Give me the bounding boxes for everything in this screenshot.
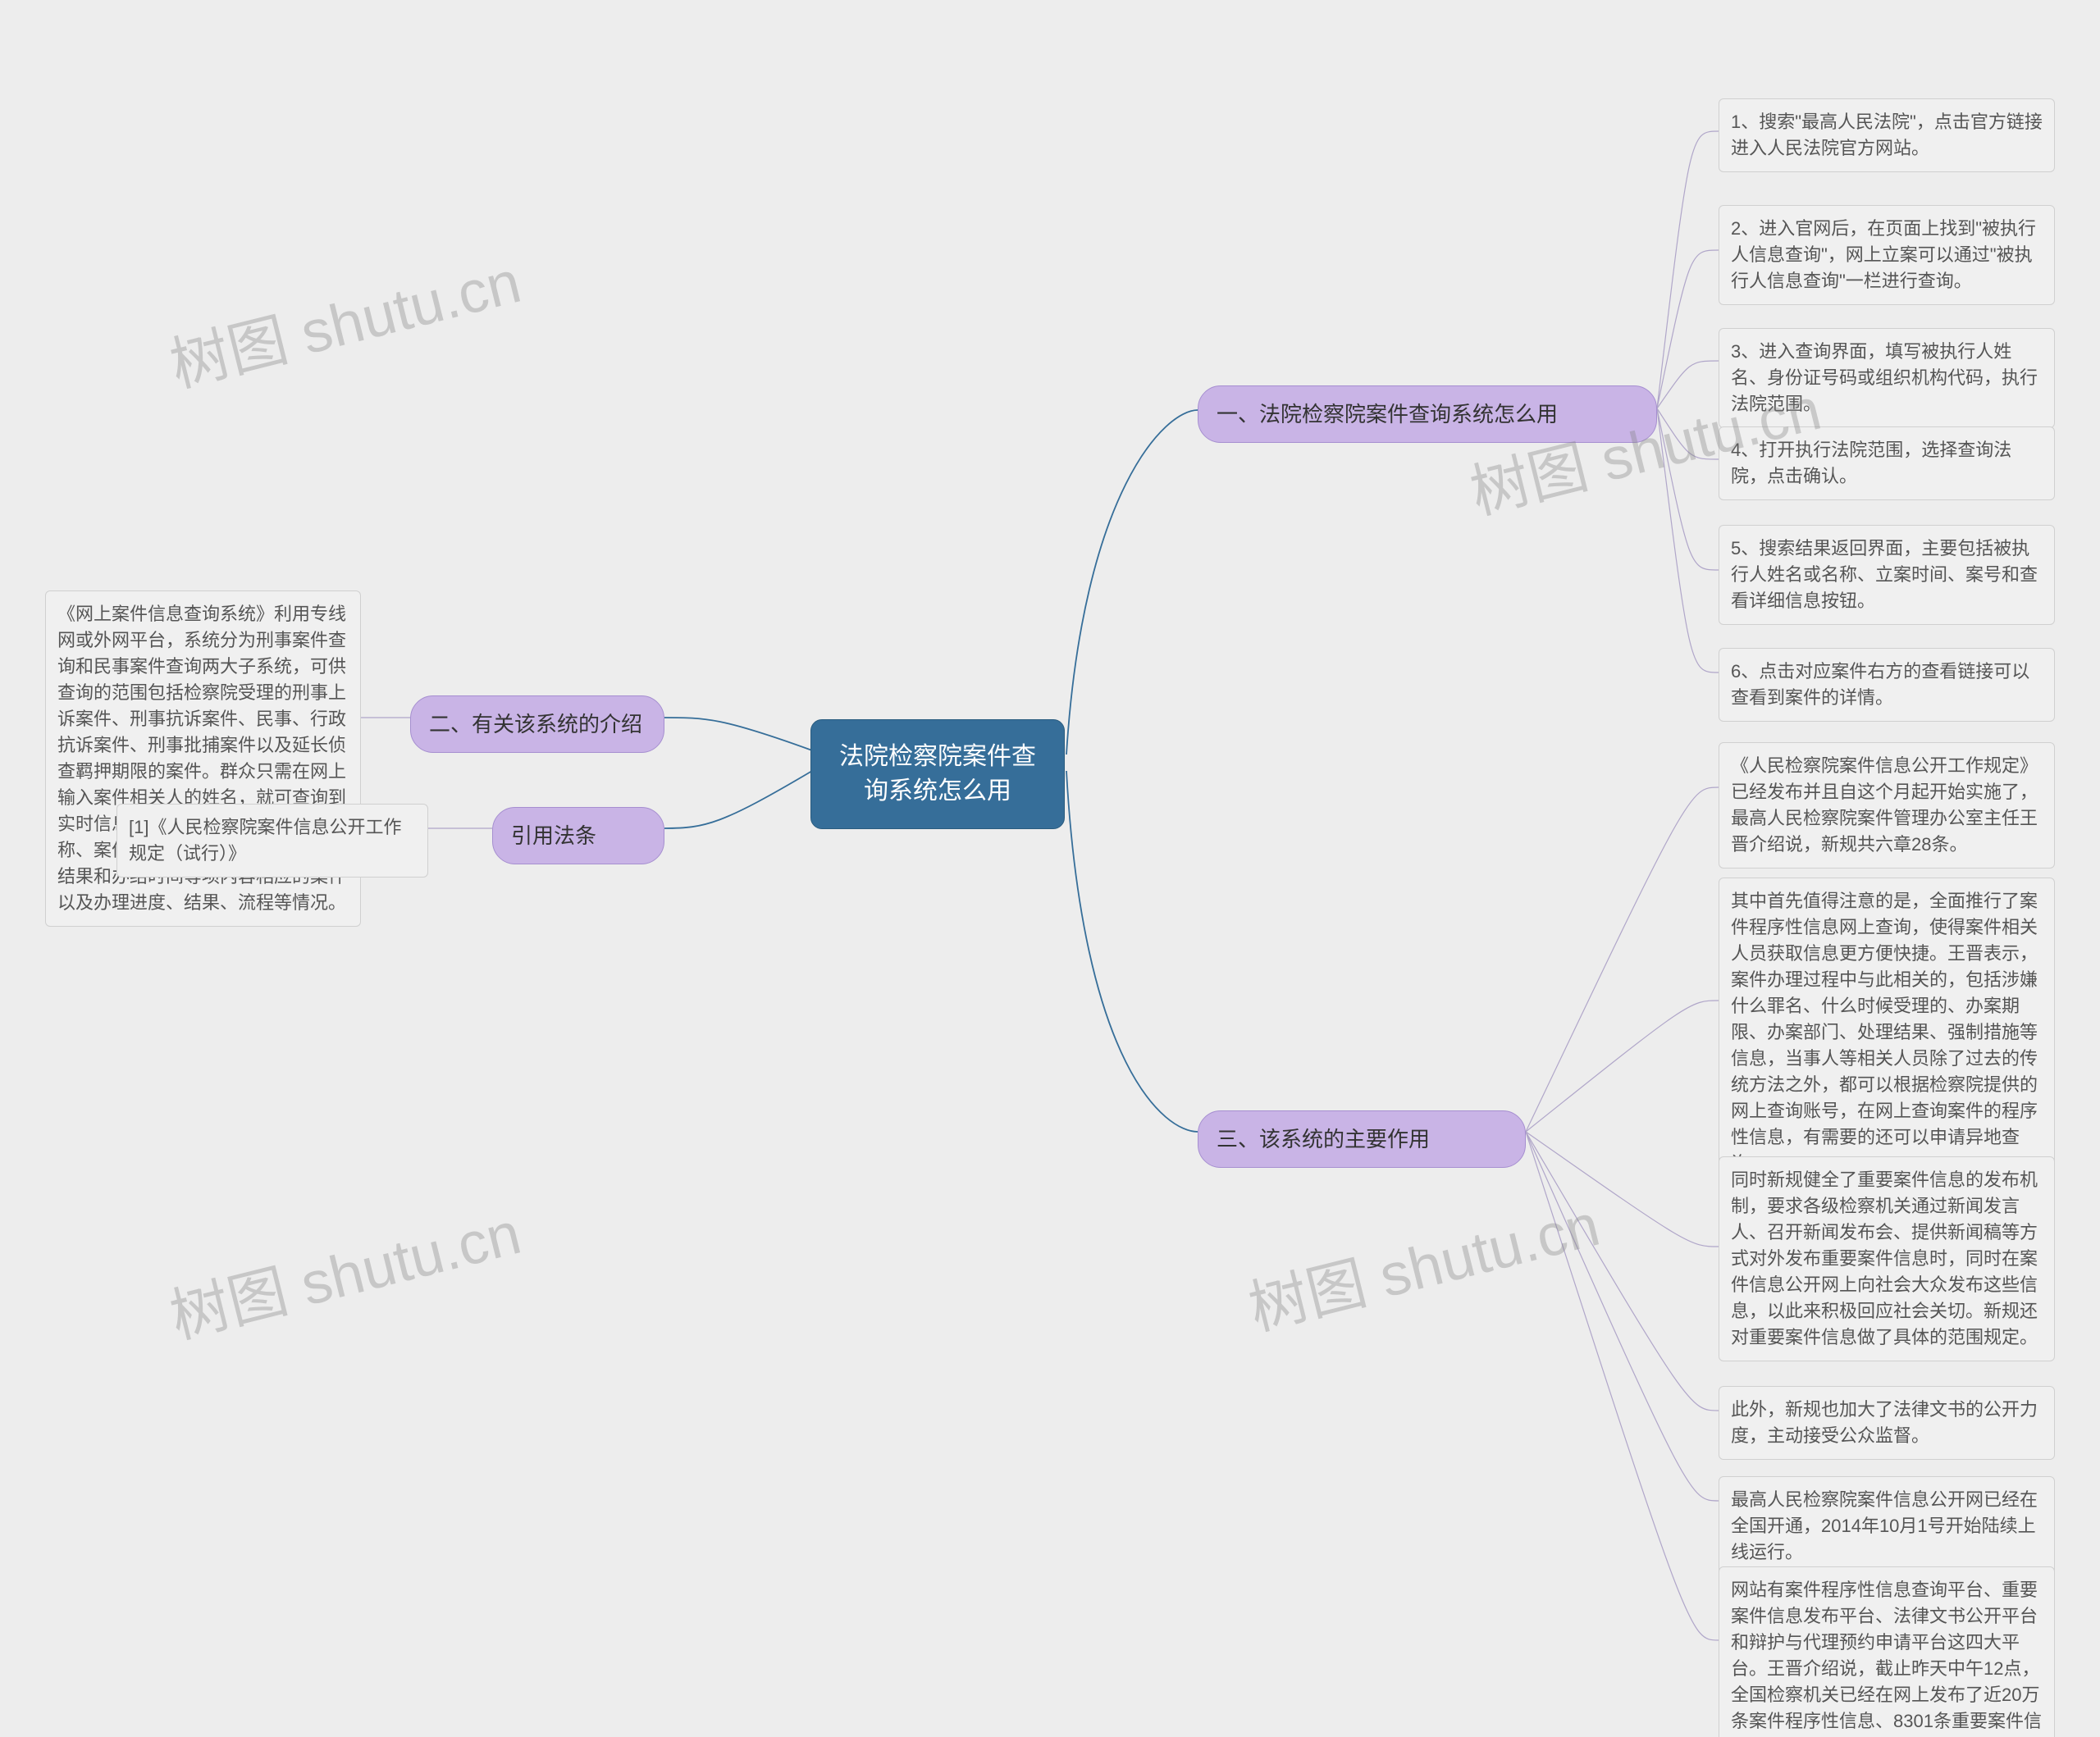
branch-3[interactable]: 引用法条 <box>492 807 664 864</box>
watermark: 树图 shutu.cn <box>160 233 528 403</box>
branch-4-leaf-3-text: 同时新规健全了重要案件信息的发布机制，要求各级检察机关通过新闻发言人、召开新闻发… <box>1731 1169 2038 1347</box>
branch-1-leaf-6-text: 6、点击对应案件右方的查看链接可以查看到案件的详情。 <box>1731 661 2029 708</box>
branch-2[interactable]: 二、有关该系统的介绍 <box>410 695 664 753</box>
branch-1-leaf-2[interactable]: 2、进入官网后，在页面上找到"被执行人信息查询"，网上立案可以通过"被执行人信息… <box>1719 205 2055 305</box>
branch-4-leaf-6-text: 网站有案件程序性信息查询平台、重要案件信息发布平台、法律文书公开平台和辩护与代理… <box>1731 1580 2042 1737</box>
branch-3-leaf-1[interactable]: [1]《人民检察院案件信息公开工作规定（试行）》 <box>116 804 428 878</box>
branch-1[interactable]: 一、法院检察院案件查询系统怎么用 <box>1198 385 1657 443</box>
branch-4-leaf-2-text: 其中首先值得注意的是，全面推行了案件程序性信息网上查询，使得案件相关人员获取信息… <box>1731 891 2038 1174</box>
branch-1-leaf-3[interactable]: 3、进入查询界面，填写被执行人姓名、身份证号码或组织机构代码，执行法院范围。 <box>1719 328 2055 428</box>
branch-1-label: 一、法院检察院案件查询系统怎么用 <box>1217 402 1558 426</box>
branch-4-leaf-4[interactable]: 此外，新规也加大了法律文书的公开力度，主动接受公众监督。 <box>1719 1386 2055 1460</box>
center-node[interactable]: 法院检察院案件查询系统怎么用 <box>810 719 1065 829</box>
branch-1-leaf-1[interactable]: 1、搜索"最高人民法院"，点击官方链接进入人民法院官方网站。 <box>1719 98 2055 172</box>
branch-4-leaf-1-text: 《人民检察院案件信息公开工作规定》已经发布并且自这个月起开始实施了，最高人民检察… <box>1731 755 2038 855</box>
branch-4-leaf-3[interactable]: 同时新规健全了重要案件信息的发布机制，要求各级检察机关通过新闻发言人、召开新闻发… <box>1719 1156 2055 1361</box>
branch-4-label: 三、该系统的主要作用 <box>1217 1127 1430 1151</box>
branch-1-leaf-4-text: 4、打开执行法院范围，选择查询法院，点击确认。 <box>1731 440 2011 486</box>
branch-1-leaf-6[interactable]: 6、点击对应案件右方的查看链接可以查看到案件的详情。 <box>1719 648 2055 722</box>
branch-1-leaf-5[interactable]: 5、搜索结果返回界面，主要包括被执行人姓名或名称、立案时间、案号和查看详细信息按… <box>1719 525 2055 625</box>
branch-4-leaf-2[interactable]: 其中首先值得注意的是，全面推行了案件程序性信息网上查询，使得案件相关人员获取信息… <box>1719 878 2055 1188</box>
branch-4-leaf-5[interactable]: 最高人民检察院案件信息公开网已经在全国开通，2014年10月1号开始陆续上线运行… <box>1719 1476 2055 1576</box>
branch-1-leaf-4[interactable]: 4、打开执行法院范围，选择查询法院，点击确认。 <box>1719 426 2055 500</box>
branch-1-leaf-5-text: 5、搜索结果返回界面，主要包括被执行人姓名或名称、立案时间、案号和查看详细信息按… <box>1731 538 2038 611</box>
mindmap-canvas: 法院检察院案件查询系统怎么用 一、法院检察院案件查询系统怎么用 1、搜索"最高人… <box>0 0 2100 1737</box>
branch-4-leaf-4-text: 此外，新规也加大了法律文书的公开力度，主动接受公众监督。 <box>1731 1399 2038 1446</box>
center-node-text: 法院检察院案件查询系统怎么用 <box>839 743 1036 805</box>
branch-1-leaf-1-text: 1、搜索"最高人民法院"，点击官方链接进入人民法院官方网站。 <box>1731 112 2043 158</box>
branch-2-label: 二、有关该系统的介绍 <box>429 712 642 736</box>
watermark: 树图 shutu.cn <box>1239 1176 1607 1346</box>
watermark: 树图 shutu.cn <box>160 1184 528 1354</box>
branch-4-leaf-6[interactable]: 网站有案件程序性信息查询平台、重要案件信息发布平台、法律文书公开平台和辩护与代理… <box>1719 1566 2055 1737</box>
branch-1-leaf-2-text: 2、进入官网后，在页面上找到"被执行人信息查询"，网上立案可以通过"被执行人信息… <box>1731 218 2036 291</box>
branch-1-leaf-3-text: 3、进入查询界面，填写被执行人姓名、身份证号码或组织机构代码，执行法院范围。 <box>1731 341 2038 414</box>
branch-4[interactable]: 三、该系统的主要作用 <box>1198 1110 1526 1168</box>
branch-3-leaf-1-text: [1]《人民检察院案件信息公开工作规定（试行）》 <box>129 817 401 864</box>
branch-3-label: 引用法条 <box>511 823 596 848</box>
branch-4-leaf-1[interactable]: 《人民检察院案件信息公开工作规定》已经发布并且自这个月起开始实施了，最高人民检察… <box>1719 742 2055 868</box>
branch-4-leaf-5-text: 最高人民检察院案件信息公开网已经在全国开通，2014年10月1号开始陆续上线运行… <box>1731 1489 2038 1562</box>
